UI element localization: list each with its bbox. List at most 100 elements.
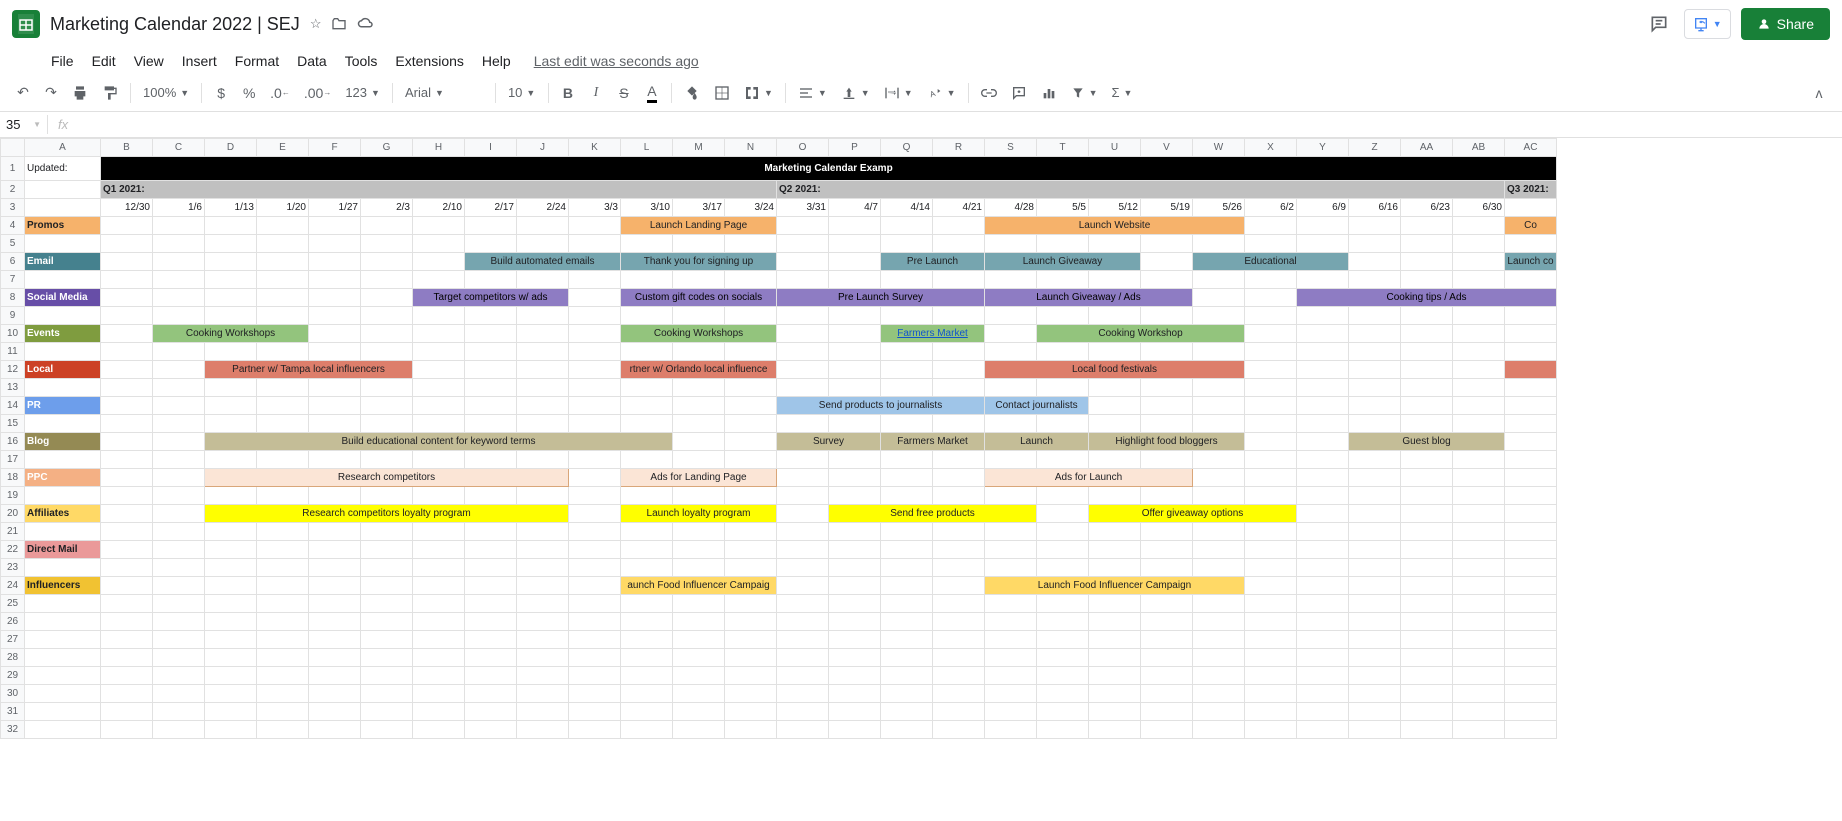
cell[interactable]: 4/7 <box>829 199 881 217</box>
document-title[interactable]: Marketing Calendar 2022 | SEJ <box>50 14 300 35</box>
row-header[interactable]: 19 <box>1 487 25 505</box>
strikethrough-icon[interactable]: S <box>611 80 637 106</box>
cell[interactable]: 6/2 <box>1245 199 1297 217</box>
cell[interactable]: 6/30 <box>1453 199 1505 217</box>
chart-icon[interactable] <box>1035 80 1063 106</box>
sheets-app-icon[interactable] <box>12 10 40 38</box>
cell[interactable]: 6/9 <box>1297 199 1349 217</box>
menu-format[interactable]: Format <box>228 49 286 73</box>
cell[interactable]: 2/10 <box>413 199 465 217</box>
col-header[interactable]: Q <box>881 139 933 157</box>
cell[interactable]: 1/27 <box>309 199 361 217</box>
cloud-status-icon[interactable] <box>357 16 375 32</box>
cell[interactable]: Cooking Workshops <box>153 325 309 343</box>
row-header[interactable]: 1 <box>1 157 25 181</box>
col-header[interactable]: D <box>205 139 257 157</box>
menu-help[interactable]: Help <box>475 49 518 73</box>
col-header[interactable]: P <box>829 139 881 157</box>
row-header[interactable]: 27 <box>1 631 25 649</box>
present-dropdown[interactable]: ▼ <box>1684 9 1731 39</box>
cell[interactable]: Q2 2021: <box>777 181 1505 199</box>
redo-icon[interactable]: ↷ <box>38 80 64 106</box>
cell[interactable]: Cooking Workshops <box>621 325 777 343</box>
row-header[interactable]: 18 <box>1 469 25 487</box>
cell[interactable]: rtner w/ Orlando local influence <box>621 361 777 379</box>
menu-data[interactable]: Data <box>290 49 334 73</box>
col-header[interactable]: V <box>1141 139 1193 157</box>
col-header[interactable]: E <box>257 139 309 157</box>
currency-icon[interactable]: $ <box>208 80 234 106</box>
cell[interactable]: Launch Food Influencer Campaign <box>985 577 1245 595</box>
row-header[interactable]: 12 <box>1 361 25 379</box>
row-header[interactable]: 7 <box>1 271 25 289</box>
menu-file[interactable]: File <box>44 49 81 73</box>
col-header[interactable]: H <box>413 139 465 157</box>
menu-tools[interactable]: Tools <box>338 49 385 73</box>
row-header[interactable]: 17 <box>1 451 25 469</box>
cell[interactable]: 3/24 <box>725 199 777 217</box>
cell[interactable]: Launch <box>985 433 1089 451</box>
cell[interactable]: Research competitors loyalty program <box>205 505 569 523</box>
cell[interactable]: 2/3 <box>361 199 413 217</box>
cell[interactable]: Build automated emails <box>465 253 621 271</box>
filter-select[interactable]: ▼ <box>1065 84 1104 102</box>
cell[interactable]: Build educational content for keyword te… <box>205 433 673 451</box>
row-header[interactable]: 11 <box>1 343 25 361</box>
cell[interactable]: Survey <box>777 433 881 451</box>
share-button[interactable]: Share <box>1741 8 1830 40</box>
cell[interactable]: Ads for Launch <box>985 469 1193 487</box>
cell[interactable]: Launch loyalty program <box>621 505 777 523</box>
percent-icon[interactable]: % <box>236 80 262 106</box>
cell[interactable]: Target competitors w/ ads <box>413 289 569 307</box>
select-all-corner[interactable] <box>1 139 25 157</box>
row-header[interactable]: 30 <box>1 685 25 703</box>
cell[interactable]: Pre Launch <box>881 253 985 271</box>
name-box[interactable]: 35▼ <box>0 115 48 134</box>
bold-icon[interactable]: B <box>555 80 581 106</box>
col-header[interactable]: I <box>465 139 517 157</box>
col-header[interactable]: G <box>361 139 413 157</box>
menu-view[interactable]: View <box>127 49 171 73</box>
font-select[interactable]: Arial▼ <box>399 83 489 102</box>
row-header[interactable]: 23 <box>1 559 25 577</box>
cell[interactable]: 1/20 <box>257 199 309 217</box>
row-header[interactable]: 10 <box>1 325 25 343</box>
row-header[interactable]: 6 <box>1 253 25 271</box>
move-icon[interactable] <box>331 16 347 32</box>
paint-format-icon[interactable] <box>96 80 124 106</box>
functions-select[interactable]: Σ▼ <box>1105 83 1138 102</box>
cell[interactable]: 3/17 <box>673 199 725 217</box>
link-icon[interactable] <box>975 80 1003 106</box>
cell[interactable]: aunch Food Influencer Campaig <box>621 577 777 595</box>
cell[interactable]: 1/13 <box>205 199 257 217</box>
row-header[interactable]: 26 <box>1 613 25 631</box>
row-header[interactable]: 15 <box>1 415 25 433</box>
col-header[interactable]: X <box>1245 139 1297 157</box>
row-header[interactable]: 25 <box>1 595 25 613</box>
cell[interactable]: Research competitors <box>205 469 569 487</box>
row-header[interactable]: 28 <box>1 649 25 667</box>
cell[interactable]: Launch Landing Page <box>621 217 777 235</box>
cell[interactable]: Q1 2021: <box>101 181 777 199</box>
cell[interactable]: 3/31 <box>777 199 829 217</box>
row-header[interactable]: 13 <box>1 379 25 397</box>
row-header[interactable]: 29 <box>1 667 25 685</box>
cell[interactable]: 4/21 <box>933 199 985 217</box>
last-edit-link[interactable]: Last edit was seconds ago <box>534 53 699 69</box>
cell[interactable]: Offer giveaway options <box>1089 505 1297 523</box>
cell[interactable]: Educational <box>1193 253 1349 271</box>
wrap-select[interactable]: ▼ <box>878 83 919 103</box>
cell[interactable]: Launch co <box>1505 253 1557 271</box>
v-align-select[interactable]: ▼ <box>835 83 876 103</box>
row-header[interactable]: 9 <box>1 307 25 325</box>
borders-icon[interactable] <box>708 80 736 106</box>
row-header[interactable]: 22 <box>1 541 25 559</box>
col-header[interactable]: AC <box>1505 139 1557 157</box>
cell[interactable]: Cooking tips / Ads <box>1297 289 1557 307</box>
col-header[interactable]: A <box>25 139 101 157</box>
col-header[interactable]: R <box>933 139 985 157</box>
cell[interactable]: Contact journalists <box>985 397 1089 415</box>
row-header[interactable]: 20 <box>1 505 25 523</box>
row-header[interactable]: 16 <box>1 433 25 451</box>
cell[interactable]: Launch Giveaway / Ads <box>985 289 1193 307</box>
